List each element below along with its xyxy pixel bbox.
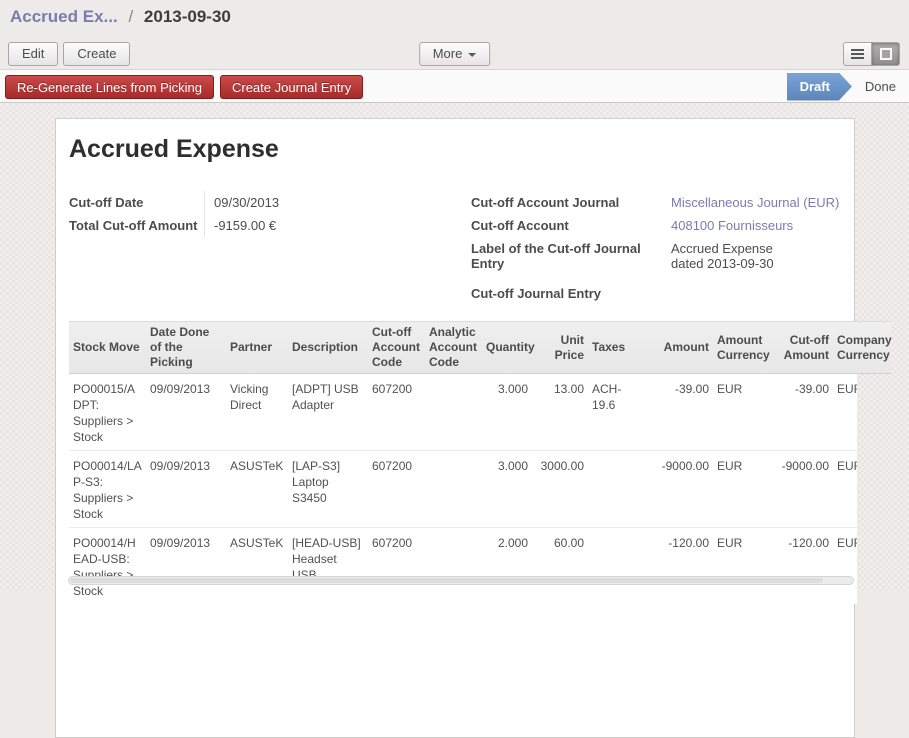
action-bar: Re-Generate Lines from Picking Create Jo… (0, 70, 909, 103)
cell-cutoff-account-code: 607200 (368, 451, 425, 527)
table-row[interactable]: PO00014/LAP-S3: Suppliers > Stock09/09/2… (69, 450, 857, 527)
cell-stock-move: PO00014/HEAD-USB: Suppliers > Stock (69, 528, 146, 604)
field-label-cutoff-account: Cut-off Account (471, 214, 671, 237)
column-header-stock-move: Stock Move (69, 337, 146, 358)
form-view-icon (880, 48, 892, 60)
statusbar: Draft Done (787, 70, 900, 103)
cell-quantity: 3.000 (482, 451, 532, 527)
cell-description: [ADPT] USB Adapter (288, 374, 368, 450)
field-label-cutoff-journal-entry: Cut-off Journal Entry (471, 282, 671, 305)
cell-analytic-account-code (425, 528, 482, 604)
field-value-cutoff-account[interactable]: 408100 Fournisseurs (671, 214, 793, 237)
table-row[interactable]: PO00015/ADPT: Suppliers > Stock09/09/201… (69, 374, 857, 450)
cell-unit-price: 60.00 (532, 528, 588, 604)
cell-description: [LAP-S3] Laptop S3450 (288, 451, 368, 527)
table-header: Stock MoveDate Done of the PickingPartne… (69, 321, 891, 374)
cell-cutoff-account-code: 607200 (368, 528, 425, 604)
chevron-down-icon (468, 53, 476, 57)
status-done: Done (861, 79, 900, 94)
more-button-label: More (433, 46, 463, 61)
breadcrumb: Accrued Ex... / 2013-09-30 (10, 7, 231, 27)
cell-amount-currency: EUR (713, 451, 771, 527)
cell-taxes (588, 528, 647, 604)
column-header-unit-price: Unit Price (532, 330, 588, 366)
field-value-total-cutoff-amount: -9159.00 € (204, 214, 461, 237)
list-view-icon (851, 49, 864, 59)
content-area: Accrued Expense Cut-off Date 09/30/2013 … (0, 103, 909, 591)
view-switcher (843, 42, 900, 66)
cell-company-currency: EUR (833, 374, 857, 450)
field-label-total-cutoff-amount: Total Cut-off Amount (69, 214, 204, 237)
cell-unit-price: 13.00 (532, 374, 588, 450)
cell-stock-move: PO00014/LAP-S3: Suppliers > Stock (69, 451, 146, 527)
page-title: Accrued Expense (69, 135, 841, 164)
cell-company-currency: EUR (833, 528, 857, 604)
cell-partner: ASUSTeK (226, 528, 288, 604)
edit-button[interactable]: Edit (8, 42, 58, 66)
column-header-taxes: Taxes (588, 337, 647, 358)
field-value-journal-entry-label: Accrued Expense dated 2013-09-30 (671, 237, 806, 275)
cell-quantity: 3.000 (482, 374, 532, 450)
field-value-cutoff-account-journal[interactable]: Miscellaneous Journal (EUR) (671, 191, 839, 214)
cell-cutoff-account-code: 607200 (368, 374, 425, 450)
cell-date-done: 09/09/2013 (146, 528, 226, 604)
breadcrumb-current: 2013-09-30 (144, 7, 231, 26)
horizontal-scrollbar[interactable] (68, 576, 854, 585)
create-button[interactable]: Create (63, 42, 130, 66)
column-header-cutoff-amount: Cut-off Amount (771, 330, 833, 366)
column-header-quantity: Quantity (482, 337, 532, 358)
column-header-partner: Partner (226, 337, 288, 358)
create-journal-entry-button[interactable]: Create Journal Entry (220, 75, 363, 99)
cell-cutoff-amount: -120.00 (771, 528, 833, 604)
cell-company-currency: EUR (833, 451, 857, 527)
cell-amount-currency: EUR (713, 374, 771, 450)
cell-date-done: 09/09/2013 (146, 451, 226, 527)
field-group-right: Cut-off Account Journal Miscellaneous Jo… (471, 191, 841, 305)
field-label-cutoff-account-journal: Cut-off Account Journal (471, 191, 671, 214)
column-header-description: Description (288, 337, 368, 358)
form-view-button[interactable] (871, 42, 900, 66)
column-header-cutoff-account-code: Cut-off Account Code (368, 322, 425, 373)
cell-taxes (588, 451, 647, 527)
field-label-cutoff-date: Cut-off Date (69, 191, 204, 214)
column-header-date-done: Date Done of the Picking (146, 322, 226, 373)
cell-amount: -9000.00 (647, 451, 713, 527)
horizontal-scrollbar-thumb[interactable] (70, 578, 823, 583)
top-bar: Accrued Ex... / 2013-09-30 Edit Create M… (0, 0, 909, 70)
lines-table: Stock MoveDate Done of the PickingPartne… (69, 321, 841, 604)
column-header-amount: Amount (647, 337, 713, 358)
field-group-left: Cut-off Date 09/30/2013 Total Cut-off Am… (69, 191, 461, 237)
cell-date-done: 09/09/2013 (146, 374, 226, 450)
regenerate-lines-button[interactable]: Re-Generate Lines from Picking (5, 75, 214, 99)
column-header-analytic-account-code: Analytic Account Code (425, 322, 482, 373)
cell-amount-currency: EUR (713, 528, 771, 604)
cell-unit-price: 3000.00 (532, 451, 588, 527)
breadcrumb-parent-link[interactable]: Accrued Ex... (10, 7, 118, 26)
table-row[interactable]: PO00014/HEAD-USB: Suppliers > Stock09/09… (69, 527, 857, 604)
field-label-journal-entry-label: Label of the Cut-off Journal Entry (471, 237, 671, 275)
cell-amount: -120.00 (647, 528, 713, 604)
column-header-company-currency: Company Currency (833, 330, 891, 366)
cell-partner: ASUSTeK (226, 451, 288, 527)
form-sheet: Accrued Expense Cut-off Date 09/30/2013 … (55, 118, 855, 738)
status-draft: Draft (787, 73, 852, 101)
list-view-button[interactable] (843, 42, 872, 66)
cell-analytic-account-code (425, 451, 482, 527)
breadcrumb-separator: / (128, 7, 133, 26)
cell-stock-move: PO00015/ADPT: Suppliers > Stock (69, 374, 146, 450)
cell-cutoff-amount: -39.00 (771, 374, 833, 450)
cell-analytic-account-code (425, 374, 482, 450)
cell-cutoff-amount: -9000.00 (771, 451, 833, 527)
cell-quantity: 2.000 (482, 528, 532, 604)
cell-description: [HEAD-USB] Headset USB (288, 528, 368, 604)
field-value-cutoff-date: 09/30/2013 (204, 191, 461, 214)
cell-partner: Vicking Direct (226, 374, 288, 450)
cell-taxes: ACH-19.6 (588, 374, 647, 450)
column-header-amount-currency: Amount Currency (713, 330, 771, 366)
table-body: PO00015/ADPT: Suppliers > Stock09/09/201… (69, 374, 857, 604)
cell-amount: -39.00 (647, 374, 713, 450)
more-button[interactable]: More (419, 42, 491, 66)
